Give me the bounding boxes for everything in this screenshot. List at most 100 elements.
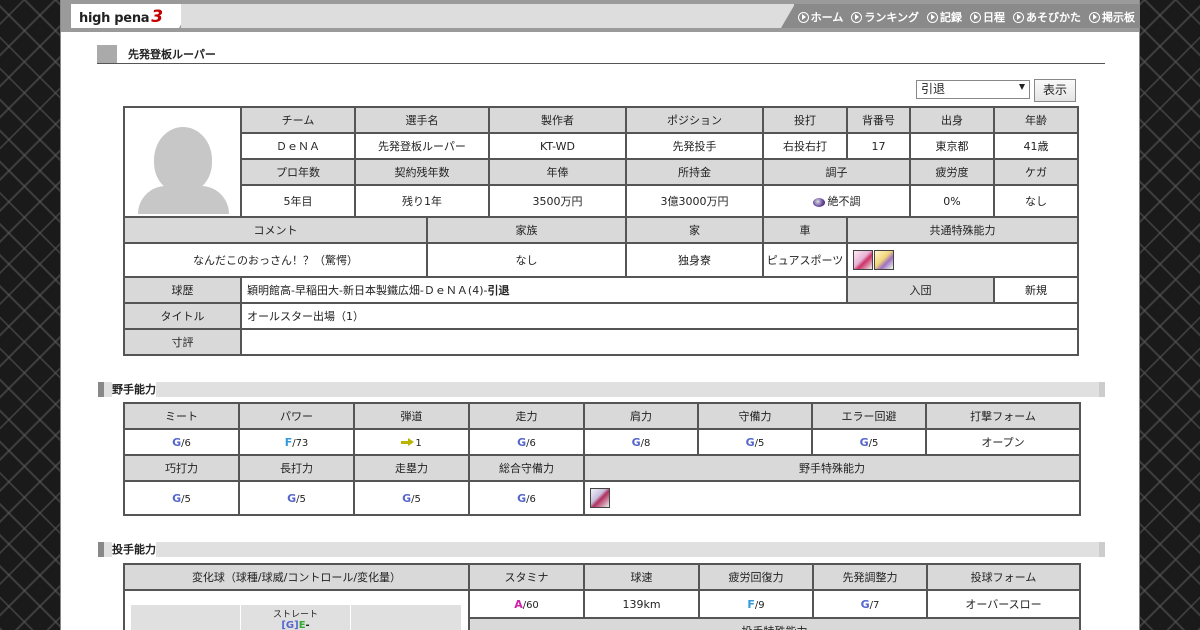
trajectory-value: 1 <box>353 428 470 456</box>
nav-schedule[interactable]: 日程 <box>970 9 1005 25</box>
header-cell: 出身 <box>909 106 995 134</box>
career-retired: 引退 <box>487 284 510 297</box>
team-value: ＤｅＮＡ <box>240 132 356 160</box>
header-cell: 調子 <box>762 158 911 186</box>
common-skills-value <box>846 242 1079 278</box>
pitch-grades: [G]E- <box>281 620 310 630</box>
trajectory-number: 1 <box>415 437 422 449</box>
header-cell: 疲労度 <box>909 158 995 186</box>
pitching-heading-text: 投手能力 <box>112 542 156 557</box>
header-cell: 寸評 <box>123 328 242 356</box>
header-cell: 総合守備力 <box>468 454 585 482</box>
grade-number: /7 <box>869 599 880 611</box>
pitching-heading: 投手能力 <box>98 542 1105 557</box>
comment-value: なんだこのおっさん！？（驚愕） <box>123 242 428 278</box>
grade-letter: G <box>402 491 412 505</box>
money-value: 3億3000万円 <box>625 184 764 218</box>
header-cell: 契約残年数 <box>354 158 490 186</box>
header-cell: プロ年数 <box>240 158 356 186</box>
header-cell: 共通特殊能力 <box>846 216 1079 244</box>
hometown-value: 東京都 <box>909 132 995 160</box>
header-cell: 背番号 <box>846 106 911 134</box>
header-cell: 投球フォーム <box>926 563 1081 591</box>
nav-label: あそびかた <box>1026 11 1081 24</box>
batting-form-value: オープン <box>925 428 1081 456</box>
header-cell: 年齢 <box>993 106 1079 134</box>
grade-number: /8 <box>640 437 651 449</box>
page-heading: 先発登板ルーパー <box>97 44 1105 64</box>
pitching-form-value: オーバースロー <box>926 589 1081 619</box>
grade-number: /60 <box>522 599 539 611</box>
header-cell: 製作者 <box>488 106 627 134</box>
nav-label: ホーム <box>810 11 844 24</box>
batting-heading-text: 野手能力 <box>112 382 156 397</box>
condition-text: 絶不調 <box>827 195 861 208</box>
position-value: 先発投手 <box>625 132 764 160</box>
grade-letter: G <box>745 435 755 449</box>
header-cell: 長打力 <box>238 454 355 482</box>
header-cell: 走塁力 <box>353 454 470 482</box>
skill-badge-icon[interactable] <box>874 250 894 270</box>
grade-letter: F <box>747 597 755 611</box>
fatigue-value: 0% <box>909 184 995 218</box>
arrow-right-icon <box>401 438 415 447</box>
header-cell: 年俸 <box>488 158 627 186</box>
join-value: 新規 <box>993 276 1079 304</box>
family-value: なし <box>426 242 627 278</box>
header-cell: パワー <box>238 402 355 430</box>
header-cell: 弾道 <box>353 402 470 430</box>
grade-number: /6 <box>526 493 536 505</box>
speed-value: G/6 <box>468 428 585 456</box>
header-cell: 球歴 <box>123 276 242 304</box>
injury-value: なし <box>993 184 1079 218</box>
header-cell: 家族 <box>426 216 627 244</box>
header-cell: 家 <box>625 216 764 244</box>
throw-bat-value: 右投右打 <box>762 132 848 160</box>
grade-number: /73 <box>292 437 309 449</box>
nav-how-to-play[interactable]: あそびかた <box>1013 9 1081 25</box>
header-cell: ミート <box>123 402 240 430</box>
header-cell: エラー回避 <box>811 402 927 430</box>
header-cell: 選手名 <box>354 106 490 134</box>
grade-number: /9 <box>754 599 765 611</box>
skill-badge-icon[interactable] <box>590 488 610 508</box>
baserunning-value: G/5 <box>353 480 470 516</box>
nav-bbs[interactable]: 掲示板 <box>1089 9 1135 25</box>
grade-number: /5 <box>181 493 191 505</box>
show-button[interactable]: 表示 <box>1034 79 1076 102</box>
grade-number: /5 <box>754 437 765 449</box>
pro-years-value: 5年目 <box>240 184 356 218</box>
batting-heading: 野手能力 <box>98 382 1105 397</box>
career-text: 穎明館高-早稲田大-新日本製鐵広畑-ＤｅＮＡ(4)- <box>247 284 488 297</box>
meet-value: G/6 <box>123 428 240 456</box>
status-select[interactable]: 引退 <box>916 80 1030 99</box>
grade-letter: G <box>172 491 182 505</box>
total-defense-value: G/6 <box>468 480 585 516</box>
grade-letter: G <box>631 435 641 449</box>
site-logo[interactable]: high pena 3 <box>79 7 163 27</box>
grade-number: /5 <box>868 437 879 449</box>
contract-years-value: 残り1年 <box>354 184 490 218</box>
header-cell: 守備力 <box>697 402 813 430</box>
batting-table: ミート パワー 弾道 走力 肩力 守備力 エラー回避 打撃フォーム G/6 F/… <box>123 402 1081 516</box>
logo-text: high pena <box>79 11 150 26</box>
header-cell: コメント <box>123 216 428 244</box>
grade-letter: G <box>517 491 527 505</box>
error-avoid-value: G/5 <box>811 428 927 456</box>
nav-ranking[interactable]: ランキング <box>851 9 919 25</box>
play-circle-icon <box>970 11 981 23</box>
nav-home[interactable]: ホーム <box>797 9 844 25</box>
header-cell: ケガ <box>993 158 1079 186</box>
skill-badge-icon[interactable] <box>853 250 873 270</box>
pitch-grid: ストレート [G]E- <box>131 605 462 630</box>
status-select-value: 引退 <box>921 82 946 96</box>
main-nav: ホーム ランキング 記録 日程 あそびかた 掲示板 <box>797 9 1135 25</box>
breaking-ball-cell: ストレート [G]E- <box>123 589 470 630</box>
nav-label: 記録 <box>940 11 962 24</box>
pitch-name: ストレート <box>272 610 318 620</box>
recovery-value: F/9 <box>698 589 814 619</box>
play-circle-icon <box>927 11 938 23</box>
nav-records[interactable]: 記録 <box>927 9 962 25</box>
arm-value: G/8 <box>583 428 699 456</box>
heading-square-icon <box>97 45 117 63</box>
